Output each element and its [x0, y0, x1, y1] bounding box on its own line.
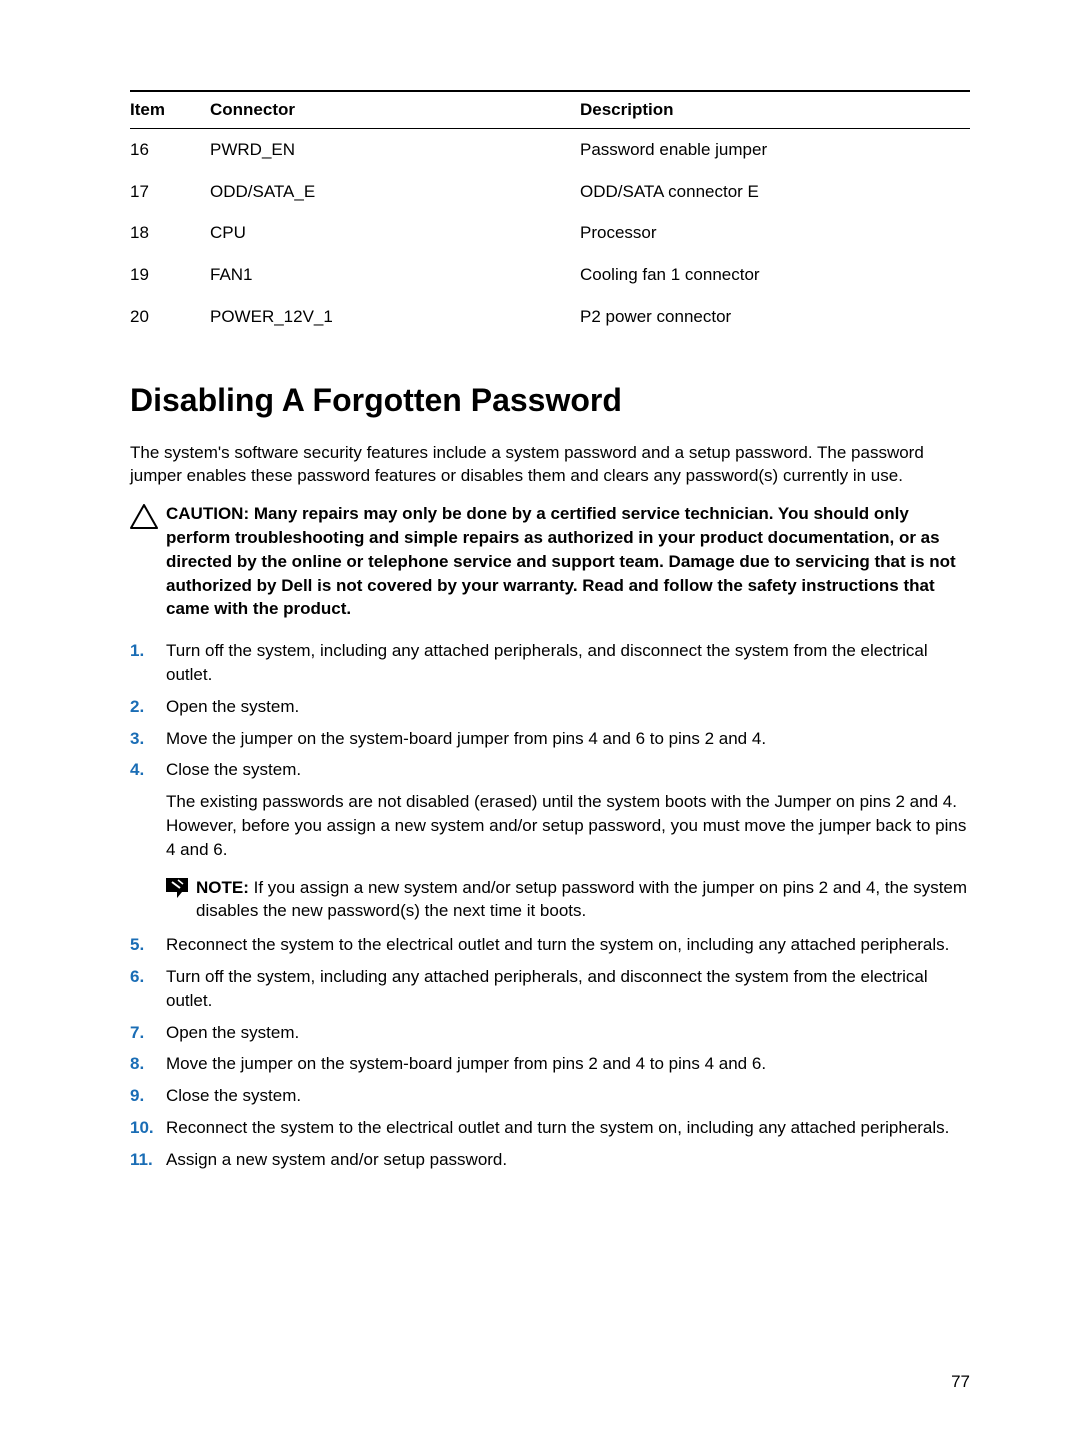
cell-item: 16	[130, 128, 210, 170]
section-intro: The system's software security features …	[130, 441, 970, 489]
note-prefix: NOTE:	[196, 878, 254, 897]
table-row: 16 PWRD_EN Password enable jumper	[130, 128, 970, 170]
steps-list: Turn off the system, including any attac…	[130, 639, 970, 1171]
step-text: Reconnect the system to the electrical o…	[166, 933, 970, 957]
step-text: Reconnect the system to the electrical o…	[166, 1116, 970, 1140]
step-1: Turn off the system, including any attac…	[130, 639, 970, 687]
table-row: 18 CPU Processor	[130, 212, 970, 254]
cell-description: Cooling fan 1 connector	[580, 254, 970, 296]
step-text: Move the jumper on the system-board jump…	[166, 727, 970, 751]
caution-text: CAUTION: Many repairs may only be done b…	[166, 502, 970, 621]
step-4: Close the system. The existing passwords…	[130, 758, 970, 923]
step-2: Open the system.	[130, 695, 970, 719]
caution-block: CAUTION: Many repairs may only be done b…	[130, 502, 970, 621]
cell-item: 20	[130, 296, 210, 338]
connector-table: Item Connector Description 16 PWRD_EN Pa…	[130, 90, 970, 338]
cell-connector: ODD/SATA_E	[210, 171, 580, 213]
step-8: Move the jumper on the system-board jump…	[130, 1052, 970, 1076]
step-text: Move the jumper on the system-board jump…	[166, 1052, 970, 1076]
table-row: 19 FAN1 Cooling fan 1 connector	[130, 254, 970, 296]
header-item: Item	[130, 91, 210, 128]
header-connector: Connector	[210, 91, 580, 128]
caution-icon	[130, 502, 166, 621]
header-description: Description	[580, 91, 970, 128]
note-icon	[166, 876, 196, 924]
cell-description: P2 power connector	[580, 296, 970, 338]
cell-connector: CPU	[210, 212, 580, 254]
step-7: Open the system.	[130, 1021, 970, 1045]
step-10: Reconnect the system to the electrical o…	[130, 1116, 970, 1140]
cell-connector: FAN1	[210, 254, 580, 296]
section-title: Disabling A Forgotten Password	[130, 378, 970, 423]
step-5: Reconnect the system to the electrical o…	[130, 933, 970, 957]
table-row: 20 POWER_12V_1 P2 power connector	[130, 296, 970, 338]
caution-body: Many repairs may only be done by a certi…	[166, 504, 956, 618]
step-text: Close the system.	[166, 1084, 970, 1108]
step-3: Move the jumper on the system-board jump…	[130, 727, 970, 751]
step-text: Open the system.	[166, 695, 970, 719]
table-row: 17 ODD/SATA_E ODD/SATA connector E	[130, 171, 970, 213]
cell-item: 19	[130, 254, 210, 296]
step-text: Open the system.	[166, 1021, 970, 1045]
cell-description: Processor	[580, 212, 970, 254]
cell-description: Password enable jumper	[580, 128, 970, 170]
cell-connector: PWRD_EN	[210, 128, 580, 170]
table-header-row: Item Connector Description	[130, 91, 970, 128]
step-text: Close the system.	[166, 758, 970, 782]
page-number: 77	[951, 1370, 970, 1394]
cell-item: 17	[130, 171, 210, 213]
step-9: Close the system.	[130, 1084, 970, 1108]
step-text: Assign a new system and/or setup passwor…	[166, 1148, 970, 1172]
note-body: If you assign a new system and/or setup …	[196, 878, 967, 921]
note-text: NOTE: If you assign a new system and/or …	[196, 876, 970, 924]
step-text: Turn off the system, including any attac…	[166, 639, 970, 687]
caution-prefix: CAUTION:	[166, 504, 254, 523]
cell-item: 18	[130, 212, 210, 254]
cell-connector: POWER_12V_1	[210, 296, 580, 338]
step-6: Turn off the system, including any attac…	[130, 965, 970, 1013]
step-subtext: The existing passwords are not disabled …	[166, 790, 970, 861]
note-block: NOTE: If you assign a new system and/or …	[166, 876, 970, 924]
step-text: Turn off the system, including any attac…	[166, 965, 970, 1013]
cell-description: ODD/SATA connector E	[580, 171, 970, 213]
step-11: Assign a new system and/or setup passwor…	[130, 1148, 970, 1172]
